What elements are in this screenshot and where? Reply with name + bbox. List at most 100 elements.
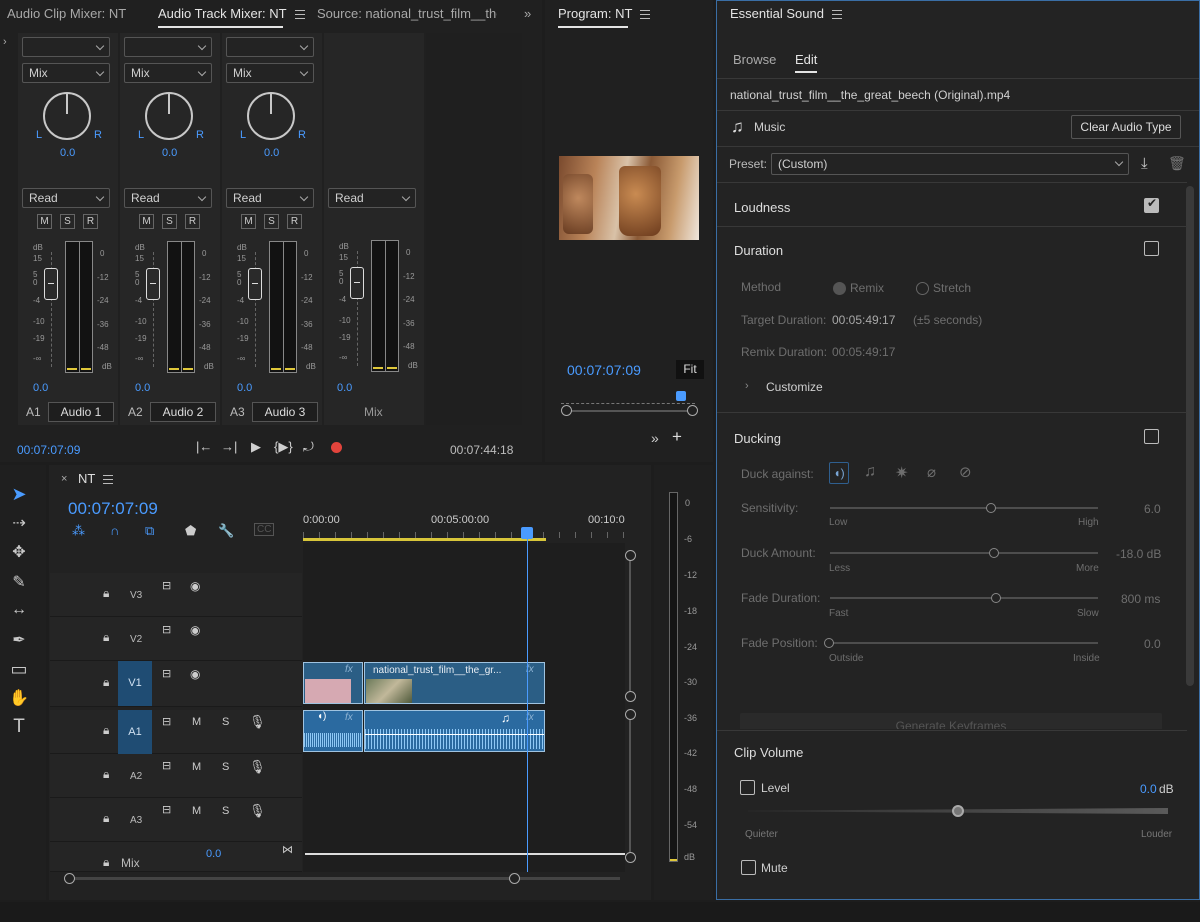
close-sequence-icon[interactable]: ×: [61, 473, 67, 485]
mute-button-a1[interactable]: M: [37, 214, 52, 229]
lock-icon[interactable]: 🔒︎: [103, 811, 109, 826]
solo-track-a2[interactable]: S: [222, 761, 229, 773]
record-button-a1[interactable]: R: [83, 214, 98, 229]
solo-track-a3[interactable]: S: [222, 805, 229, 817]
program-add-button-icon[interactable]: +: [672, 427, 682, 447]
loudness-checkbox[interactable]: ✔: [1144, 196, 1159, 213]
work-area-bar[interactable]: [303, 538, 546, 541]
pan-value-a3[interactable]: 0.0: [264, 147, 279, 159]
selection-tool-icon[interactable]: ➤: [8, 484, 30, 506]
program-zoom-select[interactable]: Fit: [676, 360, 704, 379]
track-name-a3[interactable]: Audio 3: [252, 402, 318, 422]
hscroll-handle-left[interactable]: [64, 873, 75, 884]
es-tab-edit[interactable]: Edit: [795, 52, 817, 67]
delete-preset-icon[interactable]: 🗑: [1168, 155, 1186, 172]
hscroll-handle-right[interactable]: [509, 873, 520, 884]
lock-icon[interactable]: 🔒︎: [103, 630, 109, 645]
mute-button-a3[interactable]: M: [241, 214, 256, 229]
volume-value-a3[interactable]: 0.0: [237, 382, 252, 394]
video-clip-v1-a[interactable]: fx: [303, 662, 363, 704]
voiceover-mic-icon[interactable]: 🎙︎: [249, 803, 266, 819]
solo-button-a2[interactable]: S: [162, 214, 177, 229]
pan-value-a1[interactable]: 0.0: [60, 147, 75, 159]
mute-checkbox[interactable]: [741, 860, 756, 875]
go-to-in-icon[interactable]: |←: [196, 439, 212, 454]
timeline-ruler[interactable]: 0:00:00 00:05:00:00 00:10:0: [303, 508, 625, 542]
pan-knob-a3[interactable]: [247, 92, 295, 140]
fade-duration-slider-thumb[interactable]: [991, 593, 1001, 603]
fade-position-slider-thumb[interactable]: [824, 638, 834, 648]
fade-position-value[interactable]: 0.0: [1144, 637, 1161, 651]
lock-icon[interactable]: 🔒︎: [103, 675, 109, 690]
volume-fader-master[interactable]: [350, 267, 364, 299]
mode-select-a1[interactable]: Mix: [22, 63, 110, 83]
solo-button-a1[interactable]: S: [60, 214, 75, 229]
track-select-tool-icon[interactable]: ⇢: [8, 513, 30, 535]
input-select-a3[interactable]: [226, 37, 314, 57]
voiceover-mic-icon[interactable]: 🎙︎: [249, 714, 266, 730]
sensitivity-value[interactable]: 6.0: [1144, 502, 1161, 516]
level-checkbox[interactable]: [740, 780, 755, 795]
tab-source[interactable]: Source: national_trust_film__the_: [317, 6, 497, 21]
duck-against-sfx-icon[interactable]: ✷: [895, 463, 908, 483]
duration-checkbox[interactable]: [1144, 241, 1159, 256]
captions-icon[interactable]: CC: [254, 523, 275, 536]
sequence-tab[interactable]: NT: [78, 471, 114, 486]
volume-value-a2[interactable]: 0.0: [135, 382, 150, 394]
fade-position-slider-track[interactable]: [830, 642, 1098, 644]
fade-duration-slider-track[interactable]: [830, 597, 1098, 599]
volume-value-master[interactable]: 0.0: [337, 382, 352, 394]
mode-select-a3[interactable]: Mix: [226, 63, 314, 83]
slip-tool-icon[interactable]: ↔: [8, 601, 30, 623]
timeline-timecode[interactable]: 00:07:07:09: [68, 499, 158, 519]
track-name-a1[interactable]: Audio 1: [48, 402, 114, 422]
solo-button-a3[interactable]: S: [264, 214, 279, 229]
duck-amount-slider-thumb[interactable]: [989, 548, 999, 558]
level-slider-thumb[interactable]: [952, 805, 964, 817]
record-button-a2[interactable]: R: [185, 214, 200, 229]
lock-icon[interactable]: 🔒︎: [103, 767, 109, 782]
program-timecode[interactable]: 00:07:07:09: [567, 362, 641, 378]
tab-audio-track-mixer[interactable]: Audio Track Mixer: NT: [158, 6, 305, 28]
play-in-to-out-icon[interactable]: {▶}: [274, 439, 293, 455]
vscroll-handle-bottom[interactable]: [625, 691, 636, 702]
program-zoom-handle-right[interactable]: [687, 405, 698, 416]
eye-icon[interactable]: ◉: [190, 623, 200, 637]
volume-value-a1[interactable]: 0.0: [33, 382, 48, 394]
ducking-checkbox[interactable]: [1144, 429, 1159, 444]
input-select-a1[interactable]: [22, 37, 110, 57]
automation-select-a2[interactable]: Read: [124, 188, 212, 208]
program-playhead[interactable]: [676, 391, 686, 401]
automation-select-master[interactable]: Read: [328, 188, 416, 208]
duck-amount-slider-track[interactable]: [830, 552, 1098, 554]
preset-select[interactable]: (Custom): [771, 153, 1129, 175]
remix-radio[interactable]: Remix: [833, 281, 884, 296]
timeline-vscroll-audio[interactable]: [629, 712, 631, 858]
duck-against-music-icon[interactable]: ♫: [864, 463, 876, 481]
eye-icon[interactable]: ◉: [190, 667, 200, 681]
mode-select-a2[interactable]: Mix: [124, 63, 212, 83]
duck-against-ambience-icon[interactable]: ⌀: [927, 463, 936, 481]
sensitivity-slider-track[interactable]: [830, 507, 1098, 509]
record-icon[interactable]: [331, 442, 342, 453]
pen-tool-icon[interactable]: ✒: [8, 630, 30, 652]
razor-tool-icon[interactable]: ✎: [8, 572, 30, 594]
volume-fader-a1[interactable]: [44, 268, 58, 300]
ripple-edit-tool-icon[interactable]: ✥: [8, 542, 30, 564]
customize-toggle[interactable]: Customize: [766, 380, 823, 394]
duck-against-untagged-icon[interactable]: ⊘: [959, 463, 972, 481]
program-time-ruler[interactable]: [561, 396, 695, 404]
mixer-expand-icon[interactable]: ›: [3, 36, 7, 48]
generate-keyframes-button[interactable]: Generate Keyframes: [740, 713, 1162, 729]
tab-overflow-icon[interactable]: »: [524, 6, 531, 21]
timeline-playhead-handle[interactable]: [521, 527, 533, 539]
volume-rubber-band[interactable]: [365, 734, 544, 735]
go-to-out-icon[interactable]: →|: [221, 439, 237, 454]
timeline-hscroll[interactable]: [70, 877, 620, 880]
input-select-a2[interactable]: [124, 37, 212, 57]
sync-lock-icon[interactable]: ⊟: [162, 623, 171, 636]
audio-clip-a1-a[interactable]: ◖) fx: [303, 710, 363, 752]
nest-toggle-icon[interactable]: ⁂: [72, 523, 85, 539]
duck-against-dialogue-icon[interactable]: ◖): [829, 462, 849, 484]
customize-chevron-icon[interactable]: ›: [745, 380, 749, 392]
